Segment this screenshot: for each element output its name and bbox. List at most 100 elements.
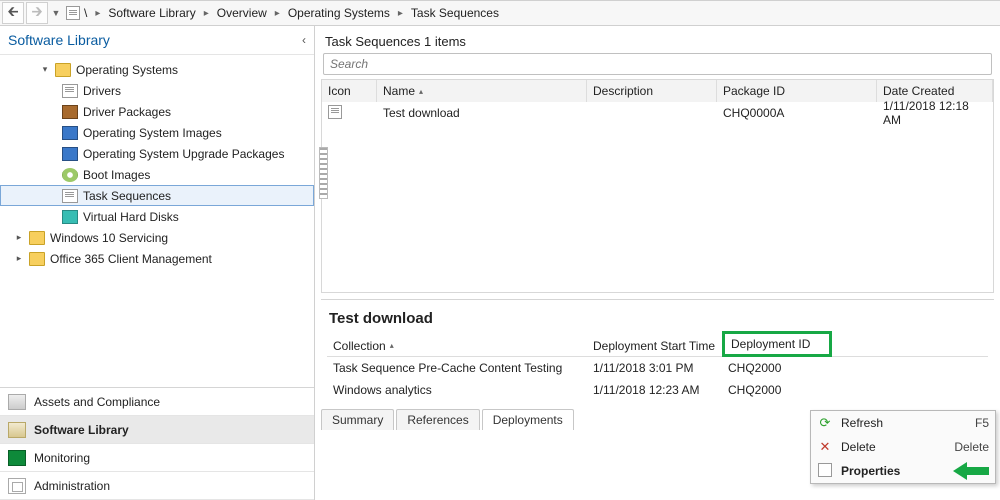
tree-label: Operating System Images bbox=[83, 126, 222, 140]
tree-os-upgrade-packages[interactable]: Operating System Upgrade Packages bbox=[0, 143, 314, 164]
chevron-right-icon: ▸ bbox=[91, 8, 104, 19]
tree-label: Virtual Hard Disks bbox=[83, 210, 179, 224]
crumb-root[interactable]: \ bbox=[84, 6, 87, 20]
nav-software-library[interactable]: Software Library bbox=[0, 416, 314, 444]
cell-date-created: 1/11/2018 12:18 AM bbox=[877, 99, 993, 127]
nav-assets-compliance[interactable]: Assets and Compliance bbox=[0, 388, 314, 416]
menu-shortcut: F5 bbox=[975, 416, 989, 430]
back-button[interactable]: 🡰 bbox=[2, 2, 24, 24]
sort-asc-icon: ▴ bbox=[390, 341, 394, 350]
nav-administration[interactable]: Administration bbox=[0, 472, 314, 500]
column-icon[interactable]: Icon bbox=[322, 80, 377, 102]
crumb-task-sequences[interactable]: Task Sequences bbox=[411, 6, 499, 20]
history-dropdown[interactable]: ▼ bbox=[50, 2, 62, 24]
detail-header: Collection▴ Deployment Start Time Deploy… bbox=[327, 335, 988, 357]
nav-label: Administration bbox=[34, 479, 110, 493]
nav-label: Software Library bbox=[34, 423, 129, 437]
os-upgrade-icon bbox=[62, 147, 78, 161]
menu-shortcut: Delete bbox=[954, 440, 989, 454]
breadcrumb-bar: 🡰 🡲 ▼ \ ▸ Software Library ▸ Overview ▸ … bbox=[0, 0, 1000, 26]
expand-toggle-icon[interactable]: ▸ bbox=[14, 232, 24, 243]
sidebar-title-text: Software Library bbox=[8, 32, 110, 48]
folder-icon bbox=[55, 63, 71, 77]
menu-label: Properties bbox=[841, 464, 900, 478]
table-row[interactable]: Windows analytics 1/11/2018 12:23 AM CHQ… bbox=[327, 379, 988, 401]
tree-driver-packages[interactable]: Driver Packages bbox=[0, 101, 314, 122]
context-menu: ⟳ Refresh F5 ✕ Delete Delete Properties bbox=[810, 410, 996, 484]
tree-task-sequences[interactable]: Task Sequences bbox=[0, 185, 314, 206]
folder-icon bbox=[29, 231, 45, 245]
menu-label: Refresh bbox=[841, 416, 883, 430]
delete-icon: ✕ bbox=[817, 439, 833, 455]
table-row[interactable]: Test download CHQ0000A 1/11/2018 12:18 A… bbox=[322, 102, 993, 124]
library-icon bbox=[8, 422, 26, 438]
tree-label: Office 365 Client Management bbox=[50, 252, 212, 266]
splitter-handle[interactable] bbox=[319, 147, 328, 199]
tree-label: Driver Packages bbox=[83, 105, 171, 119]
cell-start: 1/11/2018 3:01 PM bbox=[587, 361, 722, 375]
nav-label: Monitoring bbox=[34, 451, 90, 465]
package-icon bbox=[62, 105, 78, 119]
content-header: Task Sequences 1 items bbox=[315, 26, 1000, 53]
detail-body: Task Sequence Pre-Cache Content Testing … bbox=[327, 357, 988, 401]
table-row[interactable]: Task Sequence Pre-Cache Content Testing … bbox=[327, 357, 988, 379]
cell-collection: Windows analytics bbox=[327, 383, 587, 397]
chevron-right-icon: ▸ bbox=[200, 8, 213, 19]
nav-monitoring[interactable]: Monitoring bbox=[0, 444, 314, 472]
task-sequences-grid: Icon Name▴ Description Package ID Date C… bbox=[321, 79, 994, 293]
column-deployment-start[interactable]: Deployment Start Time bbox=[587, 339, 722, 353]
workspace-nav: Assets and Compliance Software Library M… bbox=[0, 387, 314, 500]
nav-label: Assets and Compliance bbox=[34, 395, 160, 409]
forward-button[interactable]: 🡲 bbox=[26, 2, 48, 24]
collapse-toggle-icon[interactable]: ▾ bbox=[40, 64, 50, 75]
tab-summary[interactable]: Summary bbox=[321, 409, 394, 430]
location-icon bbox=[66, 6, 80, 20]
tree-operating-systems[interactable]: ▾ Operating Systems bbox=[0, 59, 314, 80]
tree-windows10-servicing[interactable]: ▸ Windows 10 Servicing bbox=[0, 227, 314, 248]
task-sequence-icon bbox=[328, 105, 342, 119]
crumb-software-library[interactable]: Software Library bbox=[108, 6, 195, 20]
navigation-tree: ▾ Operating Systems Drivers Driver Packa… bbox=[0, 55, 314, 387]
cell-name: Test download bbox=[377, 106, 587, 120]
cell-deployment-id: CHQ2000 bbox=[722, 383, 832, 397]
tree-boot-images[interactable]: Boot Images bbox=[0, 164, 314, 185]
expand-toggle-icon[interactable]: ▸ bbox=[14, 253, 24, 264]
column-collection[interactable]: Collection▴ bbox=[327, 339, 587, 353]
column-name[interactable]: Name▴ bbox=[377, 80, 587, 102]
menu-properties[interactable]: Properties bbox=[811, 459, 995, 483]
drivers-icon bbox=[62, 84, 78, 98]
cell-package-id: CHQ0000A bbox=[717, 106, 877, 120]
crumb-overview[interactable]: Overview bbox=[217, 6, 267, 20]
menu-delete[interactable]: ✕ Delete Delete bbox=[811, 435, 995, 459]
sidebar-title: Software Library ‹ bbox=[0, 26, 314, 55]
assets-icon bbox=[8, 394, 26, 410]
tree-os-images[interactable]: Operating System Images bbox=[0, 122, 314, 143]
os-image-icon bbox=[62, 126, 78, 140]
boot-image-icon bbox=[62, 168, 78, 182]
folder-icon bbox=[29, 252, 45, 266]
detail-title: Test download bbox=[327, 306, 988, 335]
collapse-icon[interactable]: ‹ bbox=[302, 33, 306, 47]
menu-label: Delete bbox=[841, 440, 876, 454]
tree-drivers[interactable]: Drivers bbox=[0, 80, 314, 101]
crumb-operating-systems[interactable]: Operating Systems bbox=[288, 6, 390, 20]
tree-office365[interactable]: ▸ Office 365 Client Management bbox=[0, 248, 314, 269]
menu-refresh[interactable]: ⟳ Refresh F5 bbox=[811, 411, 995, 435]
cell-start: 1/11/2018 12:23 AM bbox=[587, 383, 722, 397]
sort-asc-icon: ▴ bbox=[419, 87, 423, 96]
tab-deployments[interactable]: Deployments bbox=[482, 409, 574, 430]
highlight-arrow-icon bbox=[949, 464, 989, 478]
content-pane: Task Sequences 1 items Icon Name▴ Descri… bbox=[315, 26, 1000, 500]
task-sequence-icon bbox=[62, 189, 78, 203]
column-package-id[interactable]: Package ID bbox=[717, 80, 877, 102]
tree-label: Windows 10 Servicing bbox=[50, 231, 168, 245]
tree-virtual-hard-disks[interactable]: Virtual Hard Disks bbox=[0, 206, 314, 227]
column-deployment-id[interactable]: Deployment ID bbox=[722, 331, 832, 357]
tree-label: Operating System Upgrade Packages bbox=[83, 147, 284, 161]
column-description[interactable]: Description bbox=[587, 80, 717, 102]
tree-label: Boot Images bbox=[83, 168, 150, 182]
cell-deployment-id: CHQ2000 bbox=[722, 361, 832, 375]
tree-label: Operating Systems bbox=[76, 63, 178, 77]
search-input[interactable] bbox=[323, 53, 992, 75]
tab-references[interactable]: References bbox=[396, 409, 479, 430]
